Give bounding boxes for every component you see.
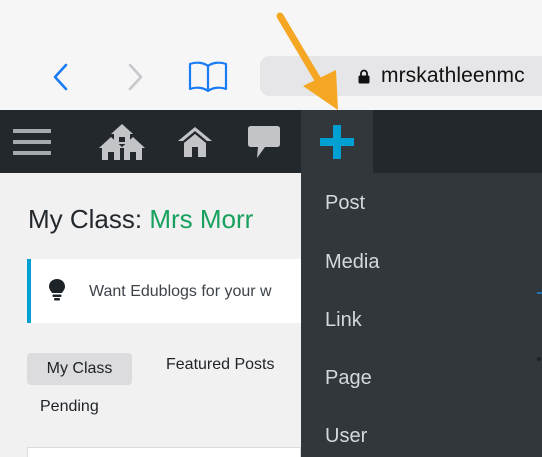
menu-icon — [13, 128, 51, 155]
notice-text: Want Edublogs for your w — [89, 283, 272, 300]
my-sites-icon — [99, 123, 145, 160]
back-chevron-icon[interactable] — [50, 62, 72, 92]
new-content-menu: Post Media Link Page User — [301, 173, 542, 457]
my-sites-button[interactable] — [98, 110, 146, 173]
new-content-button[interactable] — [301, 110, 373, 173]
plus-icon — [320, 124, 354, 159]
comments-button[interactable] — [244, 110, 284, 173]
menu-item-post[interactable]: Post — [325, 192, 365, 215]
book-icon[interactable] — [188, 60, 228, 92]
home-icon — [178, 126, 212, 157]
page-title-prefix: My Class: — [28, 204, 150, 234]
menu-button[interactable] — [12, 110, 52, 173]
tab-separator-dot — [537, 357, 541, 361]
screen: mrskathleenmc My Class: Mrs Morr Want Ed… — [0, 0, 542, 457]
arrow-down-right-icon — [276, 12, 338, 110]
lock-icon — [358, 69, 370, 84]
url-text: mrskathleenmc — [381, 64, 525, 87]
dashboard-content: My Class: Mrs Morr Want Edublogs for you… — [0, 173, 301, 457]
content-panel — [27, 447, 301, 457]
lightbulb-icon — [49, 279, 65, 301]
menu-item-link[interactable]: Link — [325, 309, 362, 332]
tab-featured-posts[interactable]: Featured Posts — [166, 356, 275, 374]
comment-icon — [248, 125, 280, 158]
menu-item-user[interactable]: User — [325, 425, 367, 448]
page-title-name[interactable]: Mrs Morr — [149, 204, 253, 234]
page-title: My Class: Mrs Morr — [28, 204, 253, 235]
notice-link-edge — [537, 270, 542, 294]
tab-my-class[interactable]: My Class — [27, 353, 132, 385]
upgrade-notice: Want Edublogs for your w — [27, 259, 301, 323]
forward-chevron-icon[interactable] — [124, 62, 146, 92]
home-button[interactable] — [175, 110, 215, 173]
admin-bar — [0, 110, 542, 173]
menu-item-media[interactable]: Media — [325, 251, 379, 274]
menu-item-page[interactable]: Page — [325, 367, 372, 390]
tab-pending[interactable]: Pending — [40, 398, 99, 416]
